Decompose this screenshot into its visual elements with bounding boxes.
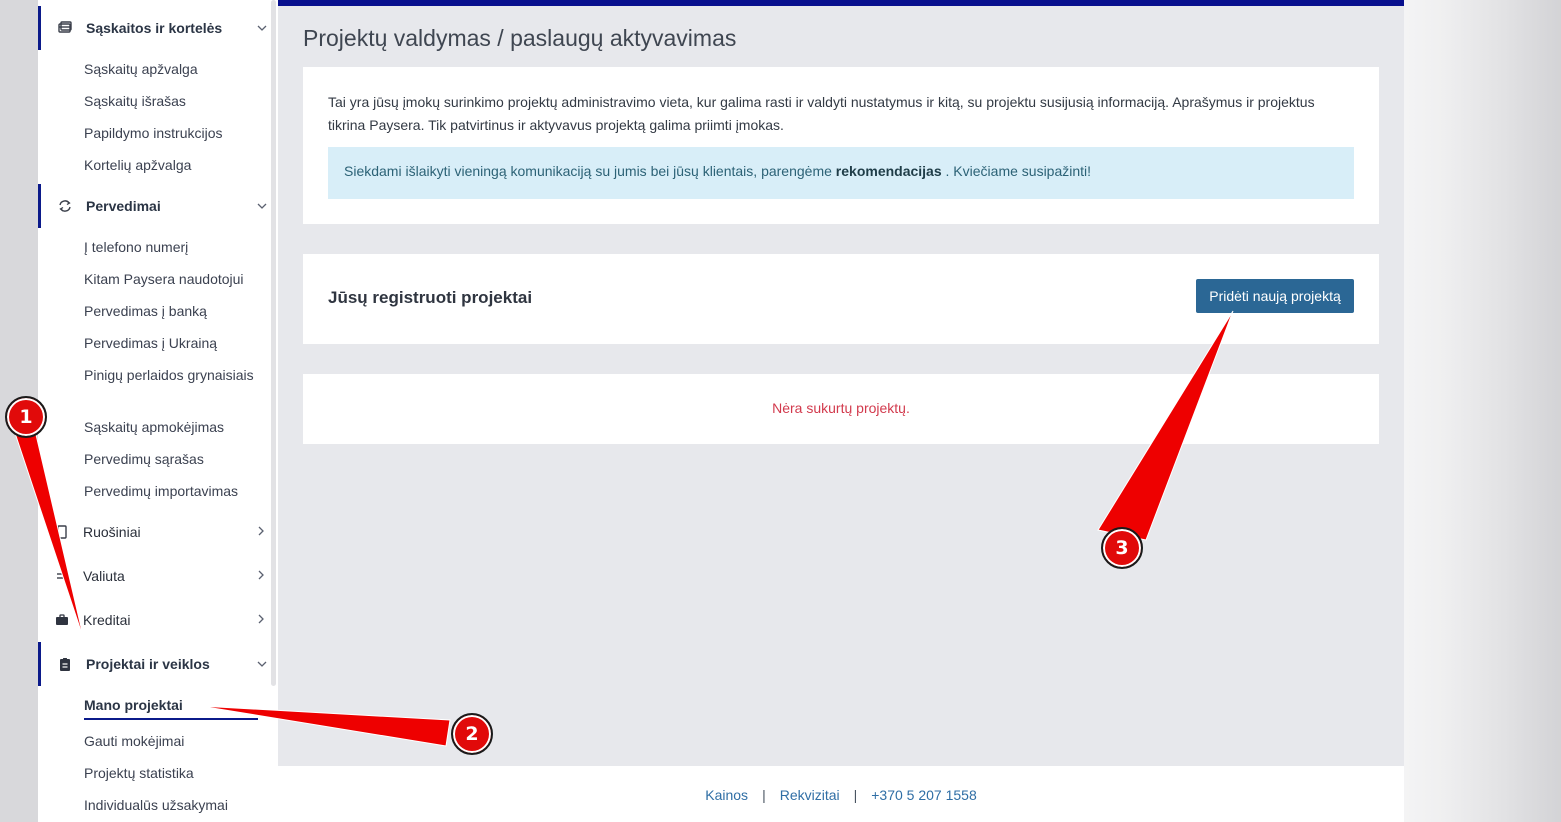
sidebar-item-account-overview[interactable]: Sąskaitų apžvalga xyxy=(84,59,254,79)
sidebar: Sąskaitos ir kortelės Sąskaitų apžvalga … xyxy=(38,0,278,822)
recommendations-link[interactable]: rekomendacijas xyxy=(836,163,942,179)
footer-link-phone[interactable]: +370 5 207 1558 xyxy=(871,787,977,803)
add-project-button[interactable]: Pridėti naują projektą xyxy=(1196,279,1354,313)
notice-text: Siekdami išlaikyti vieningą komunikaciją… xyxy=(344,163,1091,179)
sidebar-item-ukraine-transfer[interactable]: Pervedimas į Ukrainą xyxy=(84,333,254,353)
sidebar-item-custom-orders[interactable]: Individualūs užsakymai xyxy=(84,795,254,815)
transfer-icon xyxy=(58,199,72,213)
sidebar-item-received-payments[interactable]: Gauti mokėjimai xyxy=(84,731,254,751)
page-title: Projektų valdymas / paslaugų aktyvavimas xyxy=(303,25,737,51)
chevron-right-icon xyxy=(258,614,264,627)
sidebar-item-transfer-list[interactable]: Pervedimų sąrašas xyxy=(84,449,254,469)
footer-separator: | xyxy=(762,787,766,803)
chevron-down-icon xyxy=(257,200,267,212)
sidebar-group-currency[interactable]: Valiuta xyxy=(38,554,270,598)
empty-projects-card: Nėra sukurtų projektų. xyxy=(303,374,1379,444)
briefcase-icon xyxy=(55,613,69,627)
sidebar-item-my-projects[interactable]: Mano projektai xyxy=(84,695,254,715)
sidebar-item-project-statistics[interactable]: Projektų statistika xyxy=(84,763,254,783)
currency-icon xyxy=(55,569,69,583)
sidebar-item-account-statement[interactable]: Sąskaitų išrašas xyxy=(84,91,254,111)
sidebar-group-projects[interactable]: Projektai ir veiklos xyxy=(38,642,273,686)
sidebar-item-transfer-import[interactable]: Pervedimų importavimas xyxy=(84,481,254,501)
right-gutter xyxy=(1404,0,1561,822)
chevron-down-icon xyxy=(257,22,267,34)
active-item-underline xyxy=(84,718,258,720)
empty-message: Nėra sukurtų projektų. xyxy=(772,400,910,416)
sidebar-item-paysera-user[interactable]: Kitam Paysera naudotojui xyxy=(84,269,254,289)
intro-card: Tai yra jūsų įmokų surinkimo projektų ad… xyxy=(303,67,1379,224)
chevron-down-icon xyxy=(257,658,267,670)
sidebar-item-bill-payment[interactable]: Sąskaitų apmokėjimas xyxy=(84,417,254,437)
footer: Kainos | Rekvizitai | +370 5 207 1558 xyxy=(278,766,1404,822)
annotation-badge-1: 1 xyxy=(5,396,47,438)
sidebar-item-cash-transfer[interactable]: Pinigų perlaidos grynaisiais xyxy=(84,365,254,385)
sidebar-scrollbar[interactable] xyxy=(271,0,276,686)
sidebar-group-transfers[interactable]: Pervedimai xyxy=(38,184,273,228)
notice-text-after: . Kviečiame susipažinti! xyxy=(941,163,1092,179)
cards-icon xyxy=(58,21,72,35)
footer-links: Kainos | Rekvizitai | +370 5 207 1558 xyxy=(278,787,1404,803)
brand-top-bar xyxy=(278,0,1404,6)
sidebar-item-cards-overview[interactable]: Kortelių apžvalga xyxy=(84,155,254,175)
chevron-right-icon xyxy=(258,570,264,583)
sidebar-group-credits[interactable]: Kreditai xyxy=(38,598,270,642)
info-notice: Siekdami išlaikyti vieningą komunikaciją… xyxy=(328,147,1354,199)
sidebar-group-label: Sąskaitos ir kortelės xyxy=(86,20,223,36)
footer-link-details[interactable]: Rekvizitai xyxy=(780,787,840,803)
annotation-badge-3: 3 xyxy=(1101,527,1143,569)
sidebar-group-templates[interactable]: Ruošiniai xyxy=(38,510,270,554)
intro-text: Tai yra jūsų įmokų surinkimo projektų ad… xyxy=(328,94,1315,133)
template-icon xyxy=(55,525,69,539)
annotation-badge-2: 2 xyxy=(451,713,493,755)
sidebar-group-label: Pervedimai xyxy=(86,198,161,214)
chevron-right-icon xyxy=(258,526,264,539)
footer-link-prices[interactable]: Kainos xyxy=(705,787,748,803)
sidebar-group-label: Projektai ir veiklos xyxy=(86,656,210,672)
projects-title: Jūsų registruoti projektai xyxy=(328,288,533,307)
sidebar-group-accounts[interactable]: Sąskaitos ir kortelės xyxy=(38,6,273,50)
footer-separator: | xyxy=(853,787,858,803)
sidebar-item-bank-transfer[interactable]: Pervedimas į banką xyxy=(84,301,254,321)
notice-text-before: Siekdami išlaikyti vieningą komunikaciją… xyxy=(344,163,836,179)
sidebar-item-topup-instructions[interactable]: Papildymo instrukcijos xyxy=(84,123,254,143)
sidebar-group-label: Ruošiniai xyxy=(83,524,141,540)
sidebar-group-label: Kreditai xyxy=(83,612,131,628)
sidebar-item-phone-transfer[interactable]: Į telefono numerį xyxy=(84,237,254,257)
clipboard-icon xyxy=(58,657,72,671)
projects-card: Jūsų registruoti projektai Pridėti naują… xyxy=(303,254,1379,344)
main-content: Projektų valdymas / paslaugų aktyvavimas… xyxy=(278,0,1404,766)
sidebar-group-label: Valiuta xyxy=(83,568,125,584)
